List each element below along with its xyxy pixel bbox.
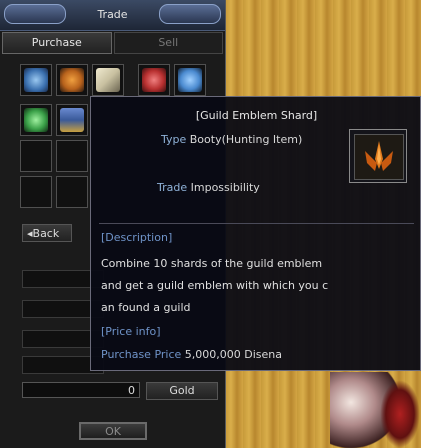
green-potion-item-icon xyxy=(24,108,48,132)
tooltip-description-line: an found a guild xyxy=(101,301,191,314)
tooltip-item-name: [Guild Emblem Shard] xyxy=(195,109,318,122)
item-slot[interactable] xyxy=(56,104,88,136)
tooltip-price-row: Purchase Price 5,000,000 Disena xyxy=(101,348,282,361)
title-ornament-right-icon xyxy=(159,4,221,24)
item-slot-empty[interactable] xyxy=(56,140,88,172)
swirl-item-icon xyxy=(24,68,48,92)
item-slot-empty[interactable] xyxy=(56,176,88,208)
blue-potion-item-icon xyxy=(178,68,202,92)
red-potion-item-icon xyxy=(142,68,166,92)
guild-banner-item-icon xyxy=(60,108,84,132)
item-slot[interactable] xyxy=(20,104,52,136)
tooltip-trade-row: Trade Impossibility xyxy=(157,181,260,194)
tab-sell[interactable]: Sell xyxy=(113,32,223,54)
tooltip-price-header: [Price info] xyxy=(101,325,161,338)
tooltip-type-label: Type xyxy=(161,133,187,146)
tooltip-icon-frame xyxy=(349,129,407,183)
scroll-item-icon xyxy=(96,68,120,92)
title-bar[interactable]: Trade xyxy=(0,0,225,31)
item-slot[interactable] xyxy=(138,64,170,96)
tooltip-trade-label: Trade xyxy=(157,181,188,194)
gold-amount-field[interactable]: 0 xyxy=(22,382,140,398)
tooltip-divider xyxy=(99,223,414,224)
item-slot[interactable] xyxy=(56,64,88,96)
tooltip-type-value: Booty(Hunting Item) xyxy=(189,133,303,146)
ok-button[interactable]: OK xyxy=(79,422,147,440)
tooltip-description-line: Combine 10 shards of the guild emblem xyxy=(101,257,323,270)
item-slot[interactable] xyxy=(20,64,52,96)
item-slot[interactable] xyxy=(92,64,124,96)
character-figure-red xyxy=(380,380,420,448)
item-slot-empty[interactable] xyxy=(20,140,52,172)
tooltip-price-label: Purchase Price xyxy=(101,348,182,361)
back-button[interactable]: ◂Back xyxy=(22,224,72,242)
item-tooltip: [Guild Emblem Shard] Type Booty(Hunting … xyxy=(90,96,421,371)
tooltip-price-value: 5,000,000 Disena xyxy=(184,348,283,361)
item-slot-empty[interactable] xyxy=(20,176,52,208)
guild-emblem-shard-icon xyxy=(60,68,84,92)
tab-purchase[interactable]: Purchase xyxy=(2,32,112,54)
gold-row: 0 Gold xyxy=(22,382,222,400)
tooltip-description-line: and get a guild emblem with which you c xyxy=(101,279,329,292)
tooltip-type-row: Type Booty(Hunting Item) xyxy=(161,133,302,146)
tooltip-description-header: [Description] xyxy=(101,231,173,244)
guild-emblem-shard-icon xyxy=(354,134,404,180)
trade-tabs: Purchase Sell xyxy=(2,32,223,54)
item-slot[interactable] xyxy=(174,64,206,96)
tooltip-trade-value: Impossibility xyxy=(190,181,260,194)
gold-label: Gold xyxy=(146,382,218,400)
